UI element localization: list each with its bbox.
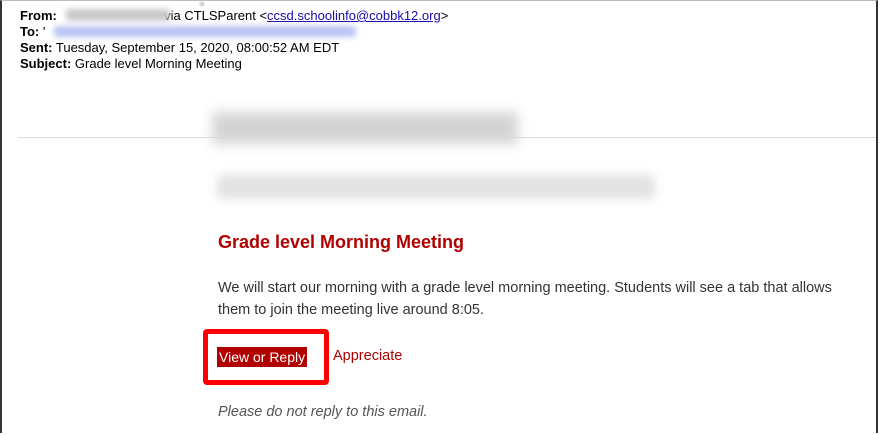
subject-line: Subject: Grade level Morning Meeting xyxy=(20,56,242,71)
redacted-recipient xyxy=(54,26,356,37)
redaction-artifact xyxy=(200,2,204,6)
redacted-sender-name xyxy=(66,9,170,21)
redacted-logo-banner xyxy=(212,112,518,144)
redacted-school-name xyxy=(217,175,655,199)
view-or-reply-button[interactable]: View or Reply xyxy=(217,347,308,367)
to-label: To: xyxy=(20,24,40,39)
sent-line: Sent: Tuesday, September 15, 2020, 08:00… xyxy=(20,40,339,55)
from-label: From: xyxy=(20,8,57,23)
message-body: We will start our morning with a grade l… xyxy=(218,280,832,318)
subject-value: Grade level Morning Meeting xyxy=(71,56,242,71)
message-title: Grade level Morning Meeting xyxy=(218,232,465,252)
to-prefix: ' xyxy=(42,24,46,39)
to-line: To: ' xyxy=(20,24,45,39)
no-reply-note: Please do not reply to this email. xyxy=(218,404,428,420)
sender-email-link[interactable]: ccsd.schoolinfo@cobbk12.org xyxy=(267,8,441,23)
from-close: > xyxy=(440,8,449,23)
subject-label: Subject: xyxy=(20,56,72,71)
sent-value: Tuesday, September 15, 2020, 08:00:52 AM… xyxy=(52,40,340,55)
sent-label: Sent: xyxy=(20,40,53,55)
appreciate-link[interactable]: Appreciate xyxy=(333,348,402,364)
from-via: via CTLSParent < xyxy=(160,8,268,23)
